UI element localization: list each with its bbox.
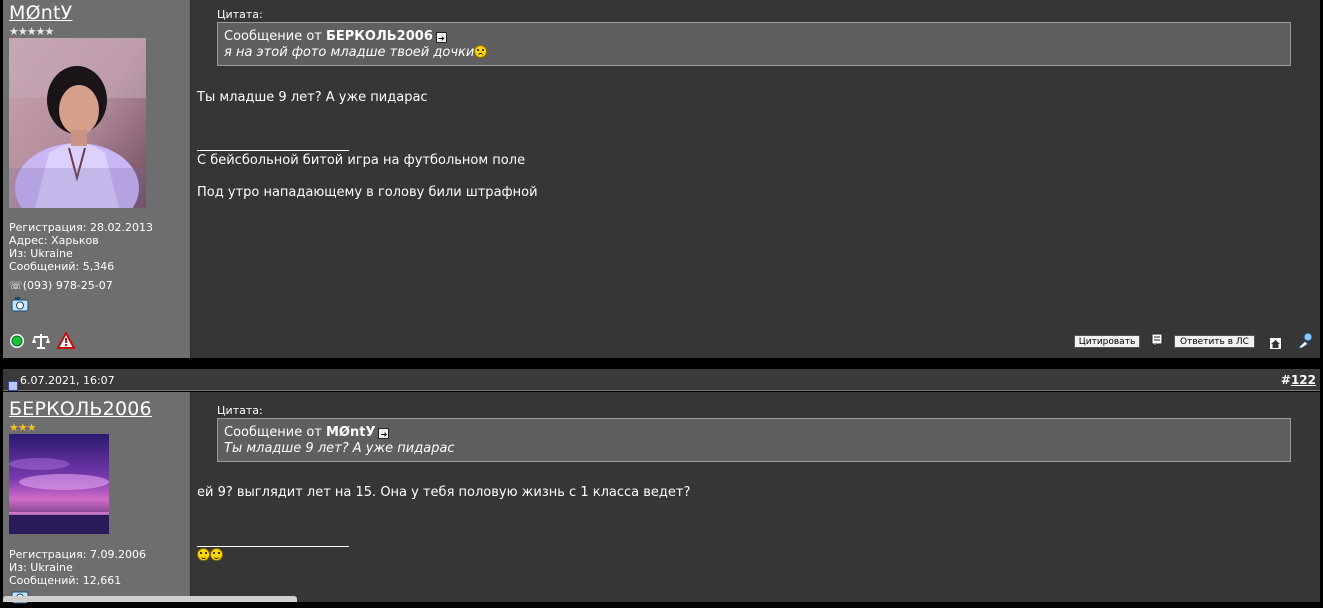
post-content: Цитата: Сообщение от MØntУ ➔ Ты младше 9 … <box>191 392 1320 602</box>
quote-text: я на этой фото младше твоей дочки <box>224 45 475 60</box>
user-address: Адрес: Харьков <box>9 234 99 247</box>
signature-divider <box>197 546 349 547</box>
quote-from-prefix: Сообщение от <box>224 29 326 44</box>
user-sidebar: БЕРКОЛЬ2006 ★★★ Регистрация: 7.09.2006 И… <box>3 392 191 604</box>
home-icon[interactable] <box>1269 335 1282 350</box>
user-profile-icon[interactable] <box>1296 332 1315 349</box>
quote-from-prefix: Сообщение от <box>224 425 326 440</box>
quote-label: Цитата: <box>217 404 263 417</box>
user-info: Регистрация: 7.09.2006 Из: Ukraine Сообщ… <box>9 548 146 587</box>
post-header-bar: 6.07.2021, 16:07 #122 <box>3 369 1320 391</box>
quote-button[interactable]: Цитировать <box>1074 335 1140 348</box>
user-country: Из: Ukraine <box>9 247 73 260</box>
multi-quote-icon[interactable] <box>1151 332 1163 347</box>
avatar <box>9 434 109 538</box>
signature-line-1: С бейсбольной битой игра на футбольном п… <box>197 153 526 168</box>
online-status-icon <box>9 333 25 349</box>
tooltip-popup <box>3 596 297 602</box>
rank-stars: ★★★★★ <box>9 25 54 38</box>
registration-date: Регистрация: 28.02.2013 <box>9 221 153 234</box>
post-1: MØntУ ★★★★★ Регистрация: 28.02.2013 Адре… <box>0 0 1323 358</box>
registration-date: Регистрация: 7.09.2006 <box>9 548 146 561</box>
quote-author: БЕРКОЛЬ2006 <box>325 29 433 44</box>
signature-divider <box>197 150 349 151</box>
quote-author: MØntУ <box>325 425 376 440</box>
camera-icon[interactable] <box>10 296 30 312</box>
quote-text: Ты младше 9 лет? А уже пидарас <box>224 441 455 456</box>
user-sidebar: MØntУ ★★★★★ Регистрация: 28.02.2013 Адре… <box>3 0 191 358</box>
signature-line-2: Под утро нападающему в голову били штраф… <box>197 185 538 200</box>
avatar <box>9 38 146 233</box>
message-text: ей 9? выглядит лет на 15. Она у тебя пол… <box>197 485 691 500</box>
rank-stars: ★★★ <box>9 421 37 434</box>
user-info: Регистрация: 28.02.2013 Адрес: Харьков И… <box>9 221 153 292</box>
quote-block: Сообщение от MØntУ ➔ Ты младше 9 лет? А у… <box>217 418 1291 462</box>
post-number[interactable]: 122 <box>1291 373 1316 387</box>
post-count: Сообщений: 5,346 <box>9 260 115 273</box>
post-content: Цитата: Сообщение от БЕРКОЛЬ2006 ➔ я на э… <box>191 0 1320 358</box>
smiley-icon <box>210 548 223 561</box>
signature-smileys <box>197 548 223 564</box>
smiley-icon <box>197 548 210 561</box>
view-post-icon[interactable]: ➔ <box>378 428 390 439</box>
post-count: Сообщений: 12,661 <box>9 574 122 587</box>
user-country: Из: Ukraine <box>9 561 73 574</box>
reputation-scales-icon[interactable] <box>31 332 51 350</box>
view-post-icon[interactable]: ➔ <box>435 32 447 43</box>
post-2: БЕРКОЛЬ2006 ★★★ Регистрация: 7.09.2006 И… <box>0 392 1323 604</box>
reply-pm-button[interactable]: Ответить в ЛС <box>1174 335 1255 348</box>
quote-label: Цитата: <box>217 8 263 21</box>
user-phone: ☏(093) 978-25-07 <box>9 279 113 292</box>
post-number-hash: # <box>1280 373 1291 387</box>
quote-block: Сообщение от БЕРКОЛЬ2006 ➔ я на этой фото… <box>217 22 1291 66</box>
sad-smiley-icon <box>474 45 488 58</box>
post-date: 6.07.2021, 16:07 <box>20 374 115 387</box>
report-warning-icon[interactable] <box>56 330 76 349</box>
username-link[interactable]: БЕРКОЛЬ2006 <box>9 398 152 420</box>
post-number-link[interactable]: #122 <box>1281 373 1316 387</box>
post-icon <box>8 376 18 391</box>
username-link[interactable]: MØntУ <box>9 2 72 24</box>
message-text: Ты младше 9 лет? А уже пидарас <box>197 90 428 105</box>
